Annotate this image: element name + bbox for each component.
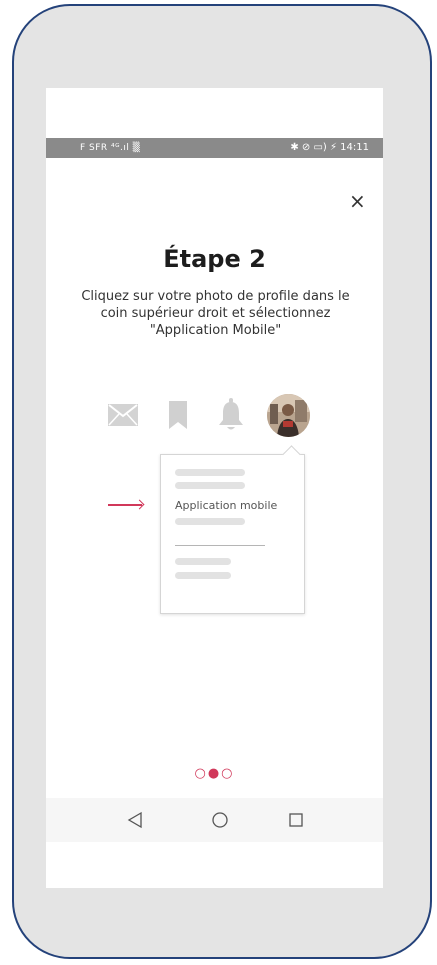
step-title: Étape 2 [163,245,266,273]
mail-icon [108,404,138,426]
nav-back-button[interactable] [116,798,156,842]
menu-placeholder-bar [175,572,231,579]
back-triangle-icon [127,811,142,829]
page-indicator[interactable]: ○●○ [46,766,383,781]
step-description: Cliquez sur votre photo de profile dans … [81,289,350,338]
menu-placeholder-bar [175,518,245,525]
nav-recents-button[interactable] [276,798,316,842]
menu-placeholder-bar [175,558,231,565]
home-circle-icon [212,812,228,828]
status-right: ✱ ⊘ ▭) ⚡ 14:11 [290,142,369,153]
profile-dropdown-menu: Application mobile [160,445,305,614]
recents-square-icon [289,813,303,827]
menu-placeholder-bar [175,482,245,489]
pointer-arrow-icon [108,504,142,506]
menu-item-application-mobile[interactable]: Application mobile [175,499,277,512]
close-button[interactable]: × [349,191,366,211]
status-bar: F SFR ⁴ᴳ.ıl ▒ ✱ ⊘ ▭) ⚡ 14:11 [46,138,383,158]
menu-placeholder-bar [175,469,245,476]
bookmark-icon [169,401,187,429]
android-nav-bar [46,798,383,842]
menu-divider [175,545,265,546]
status-carrier: F SFR ⁴ᴳ.ıl ▒ [80,143,141,153]
profile-avatar [267,394,310,437]
nav-home-button[interactable] [200,798,240,842]
bell-icon [219,398,243,430]
phone-screen: F SFR ⁴ᴳ.ıl ▒ ✱ ⊘ ▭) ⚡ 14:11 × Étape 2 C… [46,88,383,888]
avatar-image [267,394,310,437]
dropdown-caret [282,445,301,464]
